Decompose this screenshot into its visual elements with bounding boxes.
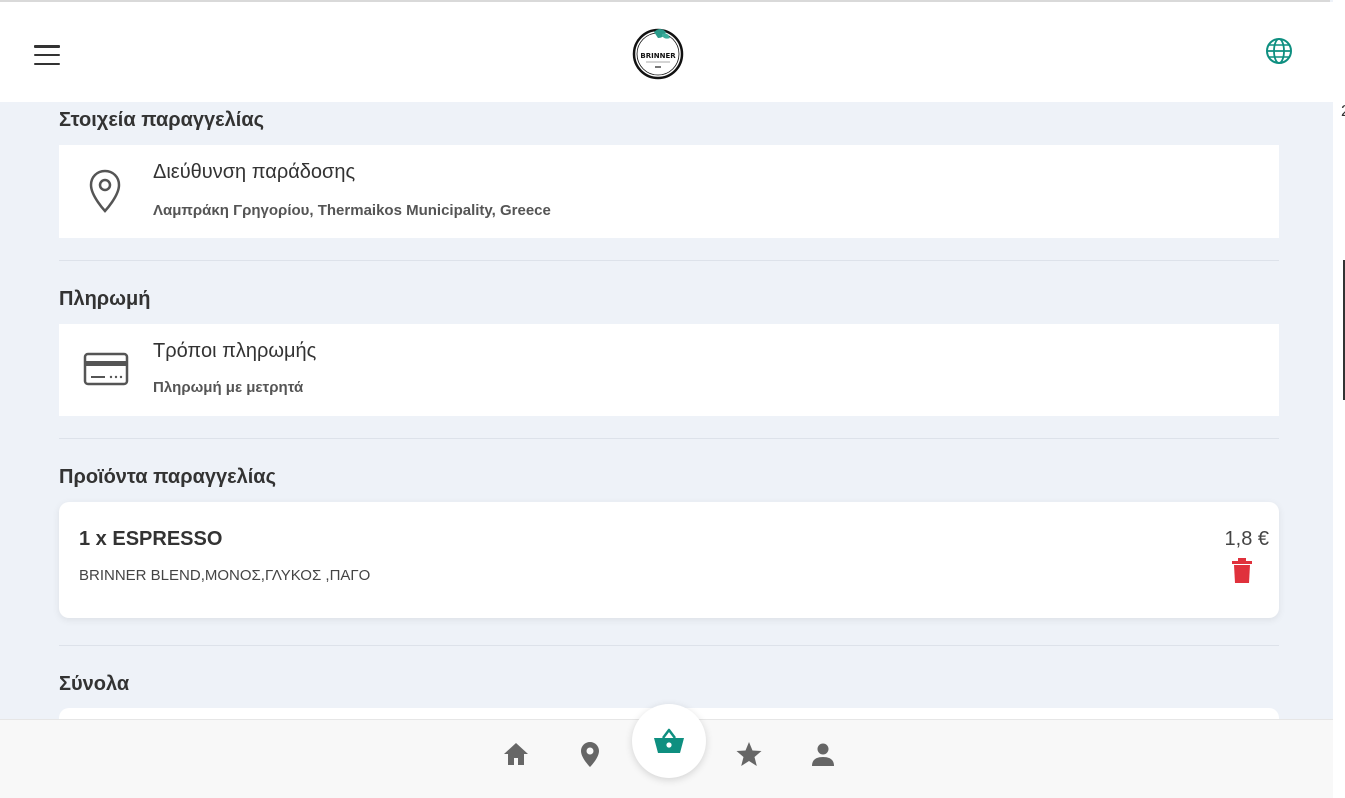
star-icon[interactable] xyxy=(735,740,763,768)
delivery-address-label: Διεύθυνση παράδοσης xyxy=(153,161,356,183)
payment-method-value: Πληρωμή με μετρητά xyxy=(153,379,304,396)
hamburger-menu-icon[interactable] xyxy=(34,45,60,65)
home-icon[interactable] xyxy=(502,740,530,768)
location-pin-icon xyxy=(89,169,121,213)
product-name: 1 x ESPRESSO xyxy=(79,528,223,550)
section-divider xyxy=(59,645,1279,646)
checkout-page: BRINNER Στοιχεία παραγγελίας Διεύθυνση π… xyxy=(0,0,1333,798)
logo-text: BRINNER xyxy=(640,52,676,60)
totals-title: Σύνολα xyxy=(59,673,130,695)
product-item[interactable]: 1 x ESPRESSO BRINNER BLEND,ΜΟΝΟΣ,ΓΛΥΚΟΣ … xyxy=(59,502,1279,618)
product-price: 1,8 € xyxy=(1224,528,1269,550)
delivery-address-value: Λαμπράκη Γρηγορίου, Thermaikos Municipal… xyxy=(153,202,551,219)
basket-button[interactable] xyxy=(632,704,706,778)
side-edge-strip: 2 xyxy=(1333,0,1345,798)
location-icon[interactable] xyxy=(576,740,604,768)
app-header: BRINNER xyxy=(0,2,1333,102)
basket-icon xyxy=(654,728,684,753)
section-divider xyxy=(59,260,1279,261)
delivery-address-card[interactable]: Διεύθυνση παράδοσης Λαμπράκη Γρηγορίου, … xyxy=(59,145,1279,238)
profile-icon[interactable] xyxy=(809,740,837,768)
delete-trash-icon[interactable] xyxy=(1231,558,1253,584)
payment-method-card[interactable]: Τρόποι πληρωμής Πληρωμή με μετρητά xyxy=(59,324,1279,416)
order-products-title: Προϊόντα παραγγελίας xyxy=(59,466,276,488)
order-details-title: Στοιχεία παραγγελίας xyxy=(59,109,265,131)
payment-title: Πληρωμή xyxy=(59,288,151,310)
payment-method-label: Τρόποι πληρωμής xyxy=(153,340,317,362)
product-options: BRINNER BLEND,ΜΟΝΟΣ,ΓΛΥΚΟΣ ,ΠΑΓΟ xyxy=(79,567,371,584)
section-divider xyxy=(59,438,1279,439)
language-globe-icon[interactable] xyxy=(1265,37,1293,65)
brinner-logo[interactable]: BRINNER xyxy=(630,24,686,80)
credit-card-icon xyxy=(83,352,129,386)
side-edge-mark: 2 xyxy=(1341,103,1345,121)
